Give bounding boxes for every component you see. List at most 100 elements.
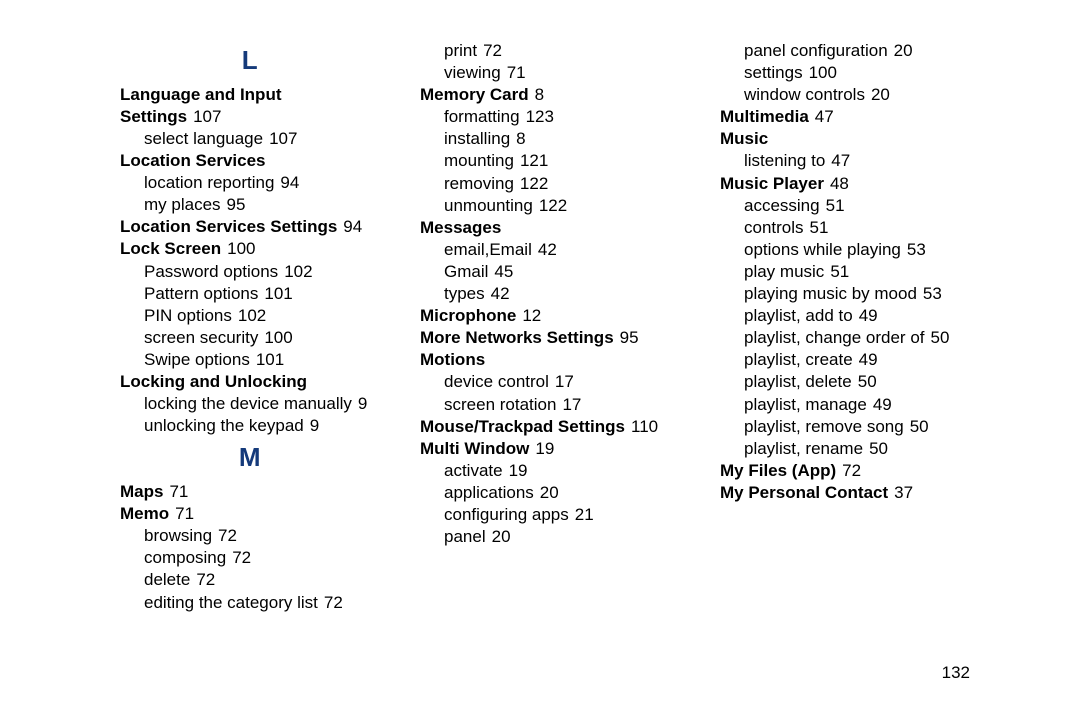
index-page-ref: 94: [280, 173, 299, 192]
index-topic-label: Mouse/Trackpad Settings: [420, 417, 625, 436]
index-topic-label: Music: [720, 129, 768, 148]
index-subentry: Gmail45: [444, 261, 680, 283]
index-page-ref: 102: [284, 262, 312, 281]
index-subentry: applications20: [444, 482, 680, 504]
index-page-ref: 53: [907, 240, 926, 259]
index-subentry-label: playlist, create: [744, 350, 853, 369]
index-subentry: play music51: [744, 261, 980, 283]
index-page: LLanguage and Input Settings107select la…: [0, 0, 1080, 720]
index-topic-label: Memory Card: [420, 85, 529, 104]
index-page-ref: 50: [869, 439, 888, 458]
index-topic-label: Memo: [120, 504, 169, 523]
index-subentry: unmounting122: [444, 195, 680, 217]
index-subentry: controls51: [744, 217, 980, 239]
index-subentry: activate19: [444, 460, 680, 482]
index-page-ref: 100: [264, 328, 292, 347]
index-subentry: playlist, create 49: [744, 349, 980, 371]
index-subentry: settings100: [744, 62, 980, 84]
index-subentry-label: PIN options: [144, 306, 232, 325]
index-topic-label: Motions: [420, 350, 485, 369]
index-subentry: composing 72: [144, 547, 380, 569]
index-subentry-label: my places: [144, 195, 221, 214]
index-subentry-label: playlist, change order of: [744, 328, 925, 347]
index-subentry: mounting 121: [444, 150, 680, 172]
index-subentry-label: delete: [144, 570, 190, 589]
index-page-ref: 45: [494, 262, 513, 281]
index-subentry-label: composing: [144, 548, 226, 567]
index-subentry: panel20: [444, 526, 680, 548]
index-page-ref: 9: [358, 394, 367, 413]
index-page-ref: 123: [526, 107, 554, 126]
index-page-ref: 107: [193, 107, 221, 126]
index-subentry-label: playlist, remove song: [744, 417, 904, 436]
index-subentry: installing8: [444, 128, 680, 150]
index-subentry-label: screen security: [144, 328, 258, 347]
index-subentry: playing music by mood 53: [744, 283, 980, 305]
index-subentry-label: Swipe options: [144, 350, 250, 369]
index-topic: My Personal Contact37: [720, 482, 980, 504]
index-subentry: locking the device manually9: [144, 393, 380, 415]
index-column: panel configuration 20settings100window c…: [720, 40, 980, 614]
index-page-ref: 72: [324, 593, 343, 612]
index-page-ref: 101: [256, 350, 284, 369]
index-page-ref: 72: [196, 570, 215, 589]
index-topic-label: Messages: [420, 218, 501, 237]
index-subentry-label: device control: [444, 372, 549, 391]
index-subentry-label: controls: [744, 218, 804, 237]
index-page-ref: 110: [631, 417, 658, 436]
index-subentry: screen security 100: [144, 327, 380, 349]
index-page-ref: 51: [830, 262, 849, 281]
index-topic-label: Multimedia: [720, 107, 809, 126]
index-topic: Memory Card8: [420, 84, 680, 106]
index-topic-label: Music Player: [720, 174, 824, 193]
index-page-ref: 71: [507, 63, 526, 82]
index-page-ref: 49: [873, 395, 892, 414]
index-subentry-label: formatting: [444, 107, 520, 126]
index-subentry: select language 107: [144, 128, 380, 150]
index-subentry-label: options while playing: [744, 240, 901, 259]
index-page-ref: 71: [175, 504, 194, 523]
index-topic: Maps 71: [120, 481, 380, 503]
index-letter-heading: M: [120, 441, 380, 475]
index-topic-label: Maps: [120, 482, 163, 501]
index-page-ref: 72: [483, 41, 502, 60]
index-topic-label: Location Services: [120, 151, 266, 170]
index-page-ref: 20: [871, 85, 890, 104]
index-page-ref: 102: [238, 306, 266, 325]
index-subentry: location reporting94: [144, 172, 380, 194]
index-page-ref: 101: [264, 284, 292, 303]
index-topic: Messages: [420, 217, 680, 239]
index-subentry: listening to47: [744, 150, 980, 172]
index-page-ref: 95: [227, 195, 246, 214]
index-subentry: my places 95: [144, 194, 380, 216]
index-subentry: Pattern options 101: [144, 283, 380, 305]
index-page-ref: 42: [491, 284, 510, 303]
index-page-ref: 49: [859, 350, 878, 369]
index-subentry: browsing72: [144, 525, 380, 547]
index-topic-label: Location Services Settings: [120, 217, 337, 236]
index-subentry-label: panel configuration: [744, 41, 888, 60]
index-subentry-label: window controls: [744, 85, 865, 104]
index-subentry-label: unlocking the keypad: [144, 416, 304, 435]
index-topic: Multimedia47: [720, 106, 980, 128]
index-page-ref: 121: [520, 151, 548, 170]
index-subentry: Swipe options 101: [144, 349, 380, 371]
index-subentry-label: playing music by mood: [744, 284, 917, 303]
index-page-ref: 53: [923, 284, 942, 303]
index-page-ref: 107: [269, 129, 297, 148]
index-subentry-label: viewing: [444, 63, 501, 82]
index-topic-label: My Files (App): [720, 461, 836, 480]
index-subentry-label: select language: [144, 129, 263, 148]
index-subentry-label: print: [444, 41, 477, 60]
index-subentry-label: screen rotation: [444, 395, 556, 414]
index-subentry-label: types: [444, 284, 485, 303]
index-page-ref: 71: [169, 482, 188, 501]
index-subentry-label: mounting: [444, 151, 514, 170]
index-topic: My Files (App)72: [720, 460, 980, 482]
index-page-ref: 72: [232, 548, 251, 567]
index-subentry-label: Pattern options: [144, 284, 258, 303]
index-subentry-label: playlist, delete: [744, 372, 852, 391]
index-topic-label: My Personal Contact: [720, 483, 888, 502]
index-columns: LLanguage and Input Settings107select la…: [120, 40, 980, 614]
index-topic-label: Locking and Unlocking: [120, 372, 307, 391]
